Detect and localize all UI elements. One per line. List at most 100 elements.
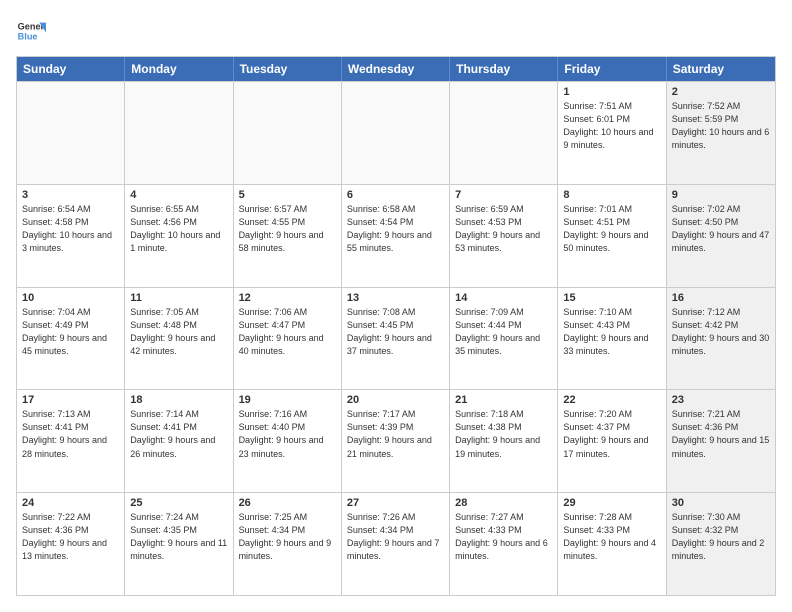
day-info: Sunrise: 7:24 AM Sunset: 4:35 PM Dayligh… [130,511,227,563]
day-info: Sunrise: 7:17 AM Sunset: 4:39 PM Dayligh… [347,408,444,460]
calendar-body: 1 Sunrise: 7:51 AM Sunset: 6:01 PM Daylig… [17,81,775,595]
page: General Blue SundayMondayTuesdayWednesda… [0,0,792,612]
day-number: 14 [455,292,552,304]
day-info: Sunrise: 6:59 AM Sunset: 4:53 PM Dayligh… [455,203,552,255]
day-cell-1: 1 Sunrise: 7:51 AM Sunset: 6:01 PM Daylig… [558,82,666,184]
day-number: 23 [672,394,770,406]
day-cell-28: 28 Sunrise: 7:27 AM Sunset: 4:33 PM Dayli… [450,493,558,595]
day-number: 16 [672,292,770,304]
day-info: Sunrise: 7:21 AM Sunset: 4:36 PM Dayligh… [672,408,770,460]
calendar-header: SundayMondayTuesdayWednesdayThursdayFrid… [17,57,775,81]
day-cell-27: 27Sunrise: 7:26 AM Sunset: 4:34 PM Dayli… [342,493,450,595]
day-number: 10 [22,292,119,304]
empty-cell [125,82,233,184]
calendar: SundayMondayTuesdayWednesdayThursdayFrid… [16,56,776,596]
day-number: 6 [347,189,444,201]
week-row-2: 3Sunrise: 6:54 AM Sunset: 4:58 PM Daylig… [17,184,775,287]
day-info: Sunrise: 7:09 AM Sunset: 4:44 PM Dayligh… [455,306,552,358]
header: General Blue [16,16,776,46]
day-number: 12 [239,292,336,304]
day-number: 17 [22,394,119,406]
day-info: Sunrise: 7:52 AM Sunset: 5:59 PM Dayligh… [672,100,770,152]
day-cell-24: 24Sunrise: 7:22 AM Sunset: 4:36 PM Dayli… [17,493,125,595]
day-cell-3: 3Sunrise: 6:54 AM Sunset: 4:58 PM Daylig… [17,185,125,287]
day-number: 7 [455,189,552,201]
day-cell-14: 14 Sunrise: 7:09 AM Sunset: 4:44 PM Dayli… [450,288,558,390]
day-info: Sunrise: 7:14 AM Sunset: 4:41 PM Dayligh… [130,408,227,460]
logo-icon: General Blue [16,16,46,46]
day-number: 15 [563,292,660,304]
day-cell-11: 11Sunrise: 7:05 AM Sunset: 4:48 PM Dayli… [125,288,233,390]
day-cell-7: 7 Sunrise: 6:59 AM Sunset: 4:53 PM Daylig… [450,185,558,287]
day-cell-16: 16 Sunrise: 7:12 AM Sunset: 4:42 PM Dayli… [667,288,775,390]
day-number: 24 [22,497,119,509]
day-info: Sunrise: 7:20 AM Sunset: 4:37 PM Dayligh… [563,408,660,460]
header-day-sunday: Sunday [17,57,125,81]
day-info: Sunrise: 6:54 AM Sunset: 4:58 PM Dayligh… [22,203,119,255]
day-number: 19 [239,394,336,406]
day-info: Sunrise: 7:25 AM Sunset: 4:34 PM Dayligh… [239,511,336,563]
empty-cell [234,82,342,184]
header-day-wednesday: Wednesday [342,57,450,81]
empty-cell [17,82,125,184]
day-cell-8: 8 Sunrise: 7:01 AM Sunset: 4:51 PM Daylig… [558,185,666,287]
day-info: Sunrise: 7:04 AM Sunset: 4:49 PM Dayligh… [22,306,119,358]
day-number: 8 [563,189,660,201]
header-day-friday: Friday [558,57,666,81]
day-number: 20 [347,394,444,406]
day-info: Sunrise: 7:30 AM Sunset: 4:32 PM Dayligh… [672,511,770,563]
header-day-tuesday: Tuesday [234,57,342,81]
day-number: 5 [239,189,336,201]
day-info: Sunrise: 7:26 AM Sunset: 4:34 PM Dayligh… [347,511,444,563]
day-cell-6: 6Sunrise: 6:58 AM Sunset: 4:54 PM Daylig… [342,185,450,287]
day-number: 11 [130,292,227,304]
day-number: 21 [455,394,552,406]
day-info: Sunrise: 7:28 AM Sunset: 4:33 PM Dayligh… [563,511,660,563]
day-info: Sunrise: 6:57 AM Sunset: 4:55 PM Dayligh… [239,203,336,255]
day-cell-17: 17 Sunrise: 7:13 AM Sunset: 4:41 PM Dayli… [17,390,125,492]
header-day-saturday: Saturday [667,57,775,81]
day-cell-22: 22Sunrise: 7:20 AM Sunset: 4:37 PM Dayli… [558,390,666,492]
day-cell-21: 21 Sunrise: 7:18 AM Sunset: 4:38 PM Dayli… [450,390,558,492]
day-cell-25: 25 Sunrise: 7:24 AM Sunset: 4:35 PM Dayli… [125,493,233,595]
day-cell-10: 10 Sunrise: 7:04 AM Sunset: 4:49 PM Dayli… [17,288,125,390]
day-number: 2 [672,86,770,98]
day-info: Sunrise: 7:51 AM Sunset: 6:01 PM Dayligh… [563,100,660,152]
day-cell-30: 30 Sunrise: 7:30 AM Sunset: 4:32 PM Dayli… [667,493,775,595]
day-cell-15: 15 Sunrise: 7:10 AM Sunset: 4:43 PM Dayli… [558,288,666,390]
day-cell-2: 2 Sunrise: 7:52 AM Sunset: 5:59 PM Daylig… [667,82,775,184]
day-info: Sunrise: 7:10 AM Sunset: 4:43 PM Dayligh… [563,306,660,358]
week-row-1: 1 Sunrise: 7:51 AM Sunset: 6:01 PM Daylig… [17,81,775,184]
day-cell-26: 26 Sunrise: 7:25 AM Sunset: 4:34 PM Dayli… [234,493,342,595]
day-number: 1 [563,86,660,98]
day-info: Sunrise: 7:12 AM Sunset: 4:42 PM Dayligh… [672,306,770,358]
day-cell-12: 12 Sunrise: 7:06 AM Sunset: 4:47 PM Dayli… [234,288,342,390]
day-number: 30 [672,497,770,509]
day-cell-5: 5 Sunrise: 6:57 AM Sunset: 4:55 PM Daylig… [234,185,342,287]
day-number: 9 [672,189,770,201]
day-cell-23: 23 Sunrise: 7:21 AM Sunset: 4:36 PM Dayli… [667,390,775,492]
day-cell-4: 4Sunrise: 6:55 AM Sunset: 4:56 PM Daylig… [125,185,233,287]
svg-text:Blue: Blue [18,31,38,41]
day-info: Sunrise: 7:01 AM Sunset: 4:51 PM Dayligh… [563,203,660,255]
day-info: Sunrise: 6:55 AM Sunset: 4:56 PM Dayligh… [130,203,227,255]
header-day-thursday: Thursday [450,57,558,81]
day-number: 18 [130,394,227,406]
week-row-3: 10 Sunrise: 7:04 AM Sunset: 4:49 PM Dayli… [17,287,775,390]
day-number: 26 [239,497,336,509]
day-number: 29 [563,497,660,509]
header-day-monday: Monday [125,57,233,81]
day-info: Sunrise: 7:06 AM Sunset: 4:47 PM Dayligh… [239,306,336,358]
day-cell-13: 13Sunrise: 7:08 AM Sunset: 4:45 PM Dayli… [342,288,450,390]
day-cell-20: 20 Sunrise: 7:17 AM Sunset: 4:39 PM Dayli… [342,390,450,492]
day-number: 25 [130,497,227,509]
day-cell-9: 9 Sunrise: 7:02 AM Sunset: 4:50 PM Daylig… [667,185,775,287]
day-info: Sunrise: 7:16 AM Sunset: 4:40 PM Dayligh… [239,408,336,460]
day-number: 28 [455,497,552,509]
day-cell-18: 18 Sunrise: 7:14 AM Sunset: 4:41 PM Dayli… [125,390,233,492]
day-info: Sunrise: 7:27 AM Sunset: 4:33 PM Dayligh… [455,511,552,563]
empty-cell [450,82,558,184]
day-info: Sunrise: 7:02 AM Sunset: 4:50 PM Dayligh… [672,203,770,255]
day-info: Sunrise: 7:13 AM Sunset: 4:41 PM Dayligh… [22,408,119,460]
day-info: Sunrise: 7:18 AM Sunset: 4:38 PM Dayligh… [455,408,552,460]
